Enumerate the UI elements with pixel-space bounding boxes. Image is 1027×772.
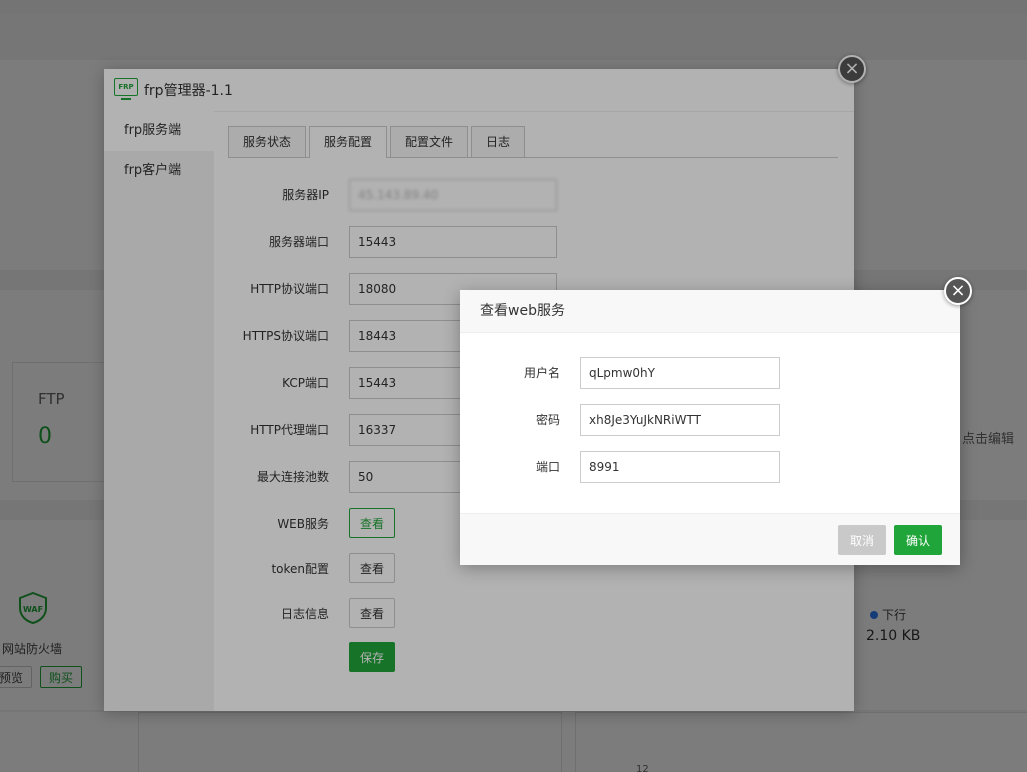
username-row: 用户名	[460, 357, 960, 389]
web-modal-title: 查看web服务	[460, 290, 960, 333]
username-input[interactable]	[580, 357, 780, 389]
web-modal-footer: 取消 确认	[460, 513, 960, 565]
cancel-button[interactable]: 取消	[838, 525, 887, 555]
password-row: 密码	[460, 404, 960, 436]
port-input[interactable]	[580, 451, 780, 483]
password-input[interactable]	[580, 404, 780, 436]
port-row: 端口	[460, 451, 960, 483]
password-label: 密码	[535, 413, 560, 427]
web-service-modal: 查看web服务 × 用户名 密码 端口 取消 确认	[460, 277, 972, 565]
username-label: 用户名	[523, 366, 560, 380]
confirm-button[interactable]: 确认	[894, 525, 943, 555]
port-label: 端口	[535, 460, 560, 474]
web-modal-close-icon[interactable]: ×	[944, 277, 972, 305]
